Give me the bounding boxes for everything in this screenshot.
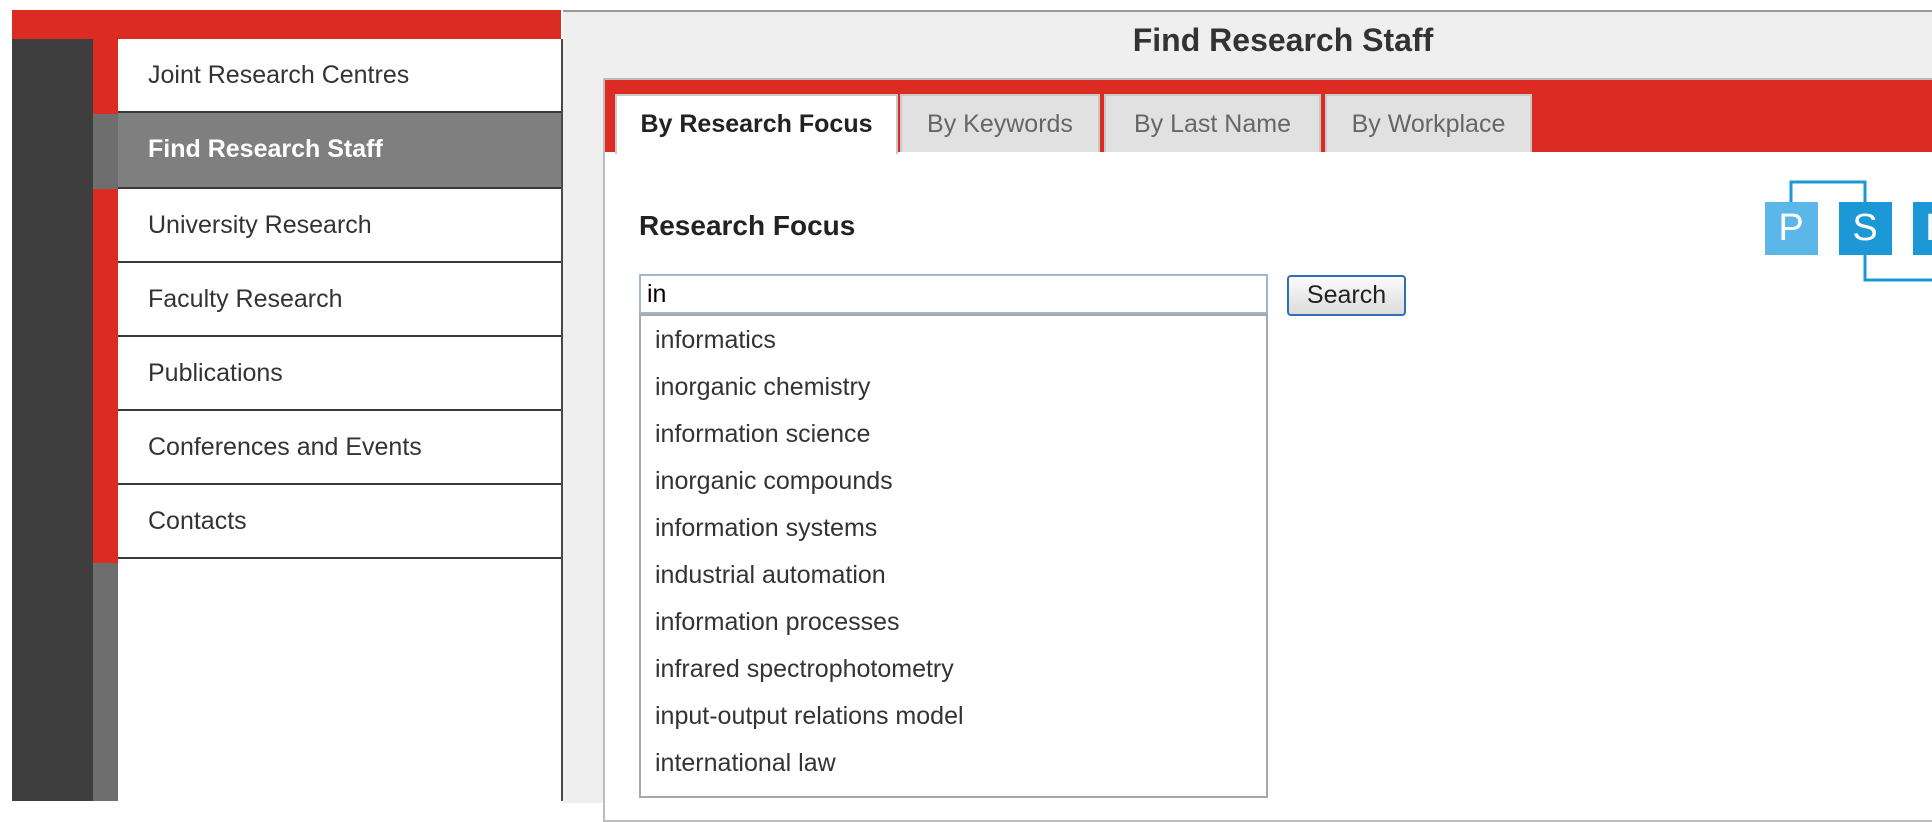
search-panel: By Research Focus By Keywords By Last Na… [603, 78, 1932, 822]
autocomplete-item[interactable]: inorganic chemistry [655, 373, 870, 402]
sidebar-item-label: University Research [148, 211, 372, 239]
sidebar-item-label: Contacts [148, 507, 247, 535]
section-title: Research Focus [639, 210, 856, 241]
logo-connector-top [1789, 180, 1867, 202]
sidebar-item-joint-research-centres[interactable]: Joint Research Centres [118, 39, 561, 113]
autocomplete-item[interactable]: information processes [655, 608, 900, 637]
sidebar-item-label: Publications [148, 359, 283, 387]
sidebar-item-conferences-and-events[interactable]: Conferences and Events [118, 411, 561, 485]
sidebar-item-label: Joint Research Centres [148, 61, 410, 89]
accent-segment [93, 189, 118, 563]
tab-by-workplace[interactable]: By Workplace [1325, 94, 1532, 152]
sidebar-item-faculty-research[interactable]: Faculty Research [118, 263, 561, 337]
tab-by-research-focus[interactable]: By Research Focus [615, 94, 898, 154]
logo-letter-s: S [1852, 207, 1877, 249]
autocomplete-item[interactable]: international law [655, 749, 836, 778]
sidebar-item-label: Faculty Research [148, 285, 343, 313]
autocomplete-item[interactable]: input-output relations model [655, 702, 964, 731]
research-focus-input[interactable] [639, 274, 1268, 314]
autocomplete-item[interactable]: infrared spectrophotometry [655, 655, 954, 684]
sidebar-item-label: Conferences and Events [148, 433, 422, 461]
autocomplete-list: informatics inorganic chemistry informat… [639, 314, 1268, 798]
tab-by-keywords[interactable]: By Keywords [900, 94, 1100, 152]
sidebar-item-contacts[interactable]: Contacts [118, 485, 561, 559]
autocomplete-item[interactable]: industrial automation [655, 561, 886, 590]
accent-segment [93, 39, 118, 114]
autocomplete-item[interactable]: information systems [655, 514, 877, 543]
sidebar-nav: Joint Research Centres Find Research Sta… [118, 39, 563, 801]
logo-letter-h: H [1925, 207, 1932, 249]
psh-logo: P S H [1765, 180, 1932, 282]
tab-by-last-name[interactable]: By Last Name [1104, 94, 1321, 152]
sidebar-red-header [12, 10, 561, 39]
page-title: Find Research Staff [1132, 22, 1434, 58]
sidebar-item-publications[interactable]: Publications [118, 337, 561, 411]
sidebar-dark-column [12, 10, 93, 801]
sidebar-item-find-research-staff[interactable]: Find Research Staff [118, 113, 561, 189]
sidebar-item-label: Find Research Staff [148, 135, 383, 163]
search-button[interactable]: Search [1287, 275, 1406, 316]
autocomplete-item[interactable]: inorganic compounds [655, 467, 893, 496]
tab-bar: By Research Focus By Keywords By Last Na… [605, 80, 1932, 154]
autocomplete-item[interactable]: informatics [655, 326, 776, 355]
main-content: Find Research Staff By Research Focus By… [563, 10, 1932, 822]
sidebar-item-university-research[interactable]: University Research [118, 189, 561, 263]
autocomplete-item[interactable]: information science [655, 420, 870, 449]
left-margin [0, 8, 12, 801]
logo-letter-p: P [1778, 207, 1803, 249]
logo-connector-bottom [1863, 255, 1932, 282]
top-border [0, 0, 1932, 8]
